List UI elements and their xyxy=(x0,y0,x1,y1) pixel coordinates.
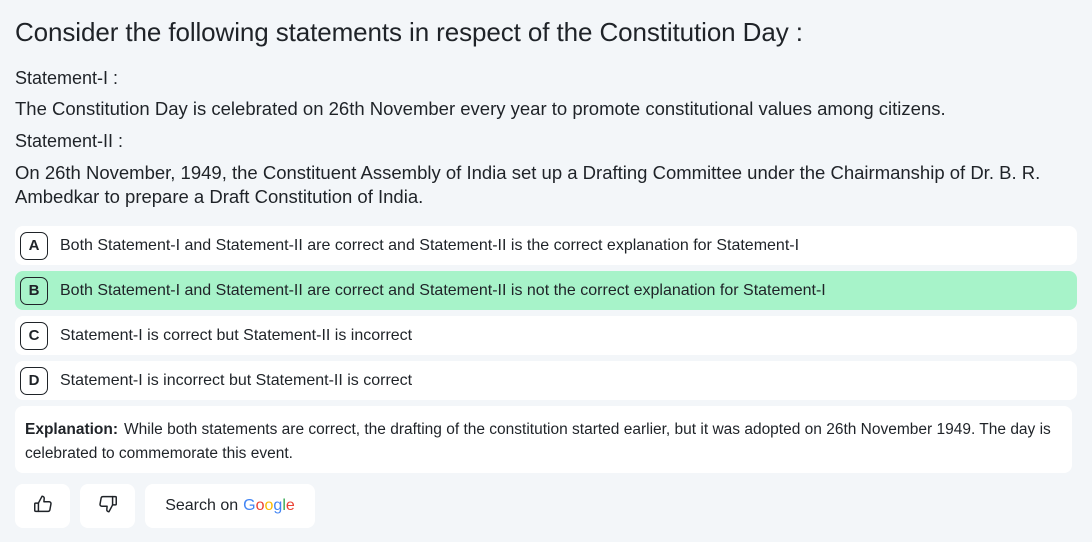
statement-2-text: On 26th November, 1949, the Constituent … xyxy=(15,162,1041,207)
search-google-button[interactable]: Search on Google xyxy=(145,484,315,528)
option-letter: D xyxy=(20,366,48,395)
google-logo: Google xyxy=(243,497,295,515)
option-text: Statement-I is correct but Statement-II … xyxy=(60,326,413,344)
like-button[interactable] xyxy=(15,484,70,528)
statement-2-label: Statement-II : xyxy=(15,131,124,151)
google-letter: g xyxy=(273,497,283,514)
explanation-box: Explanation: While both statements are co… xyxy=(15,406,1072,473)
statement-1-label: Statement-I : xyxy=(15,68,119,88)
explanation-label: Explanation: xyxy=(25,421,119,438)
option-d[interactable]: D Statement-I is incorrect but Statement… xyxy=(15,361,1077,400)
statement-1-text: The Constitution Day is celebrated on 26… xyxy=(15,98,946,119)
option-text: Both Statement-I and Statement-II are co… xyxy=(60,236,800,254)
option-b[interactable]: B Both Statement-I and Statement-II are … xyxy=(15,271,1077,310)
option-letter: C xyxy=(20,321,48,350)
thumbs-up-icon xyxy=(32,493,54,520)
option-text: Both Statement-I and Statement-II are co… xyxy=(60,281,826,299)
search-label: Search on xyxy=(165,497,239,514)
option-letter: A xyxy=(20,231,48,260)
option-text: Statement-I is incorrect but Statement-I… xyxy=(60,371,413,389)
google-letter: e xyxy=(285,497,295,514)
google-letter: G xyxy=(243,497,256,514)
google-letter: o xyxy=(255,497,265,514)
option-c[interactable]: C Statement-I is correct but Statement-I… xyxy=(15,316,1077,355)
thumbs-down-icon xyxy=(97,493,119,520)
explanation-text: While both statements are correct, the d… xyxy=(25,421,1051,462)
dislike-button[interactable] xyxy=(80,484,135,528)
question-title: Consider the following statements in res… xyxy=(15,17,803,47)
option-a[interactable]: A Both Statement-I and Statement-II are … xyxy=(15,226,1077,265)
option-letter: B xyxy=(20,276,48,305)
